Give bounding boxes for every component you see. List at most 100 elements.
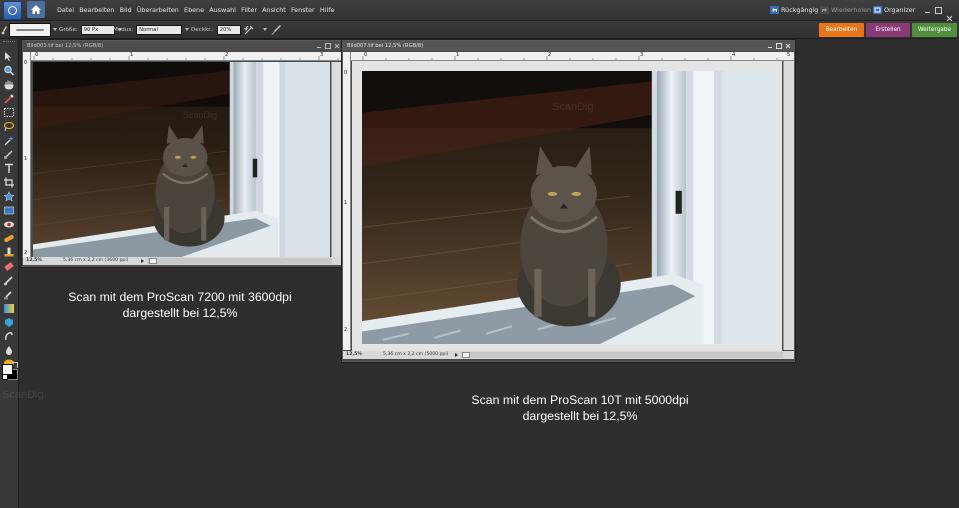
lasso-tool-icon[interactable] <box>3 117 15 132</box>
maximize-icon[interactable] <box>776 43 782 49</box>
hand-tool-icon[interactable] <box>3 75 15 90</box>
eraser-tool-icon[interactable] <box>3 257 15 271</box>
watermark-text: ScanDig <box>183 110 218 120</box>
document-window-left[interactable]: Bild003.tif bei 12,5% (RGB/8) 0 1 2 3 0 … <box>22 40 344 267</box>
document-window-right[interactable]: Bild007.tif bei 12,5% (RGB/8) 0 1 2 3 4 … <box>342 40 795 362</box>
document-title: Bild003.tif bei 12,5% (RGB/8) <box>27 43 104 49</box>
cookie-cutter-tool-icon[interactable] <box>3 187 15 202</box>
zoom-level[interactable]: 12,5% <box>26 257 42 265</box>
menu-item-ebene[interactable]: Ebene <box>184 6 204 14</box>
menu-item-bearbeiten[interactable]: Bearbeiten <box>79 6 114 14</box>
mode-label: Modus: <box>113 26 134 33</box>
tool-options-bar: Größe: 90 Px Modus: Normal Deckkr.: 20% <box>0 21 959 39</box>
minimize-icon[interactable] <box>767 43 773 49</box>
ruler-label: 0 <box>35 52 39 58</box>
tab-erstellen[interactable]: Erstellen <box>866 23 910 37</box>
undo-button[interactable]: Rückgängig <box>770 0 818 20</box>
tab-weitergabe[interactable]: Weitergabe <box>912 23 957 37</box>
gradient-tool-icon[interactable] <box>3 313 15 327</box>
maximize-icon[interactable] <box>935 6 942 14</box>
ruler-label: 2 <box>344 327 348 333</box>
close-icon[interactable] <box>946 7 953 21</box>
ruler-label: 1 <box>24 156 28 162</box>
paint-bucket-tool-icon[interactable] <box>3 299 15 313</box>
app-window-controls <box>920 0 953 21</box>
opacity-field[interactable]: 20% <box>216 24 241 35</box>
crop-tool-icon[interactable] <box>3 173 15 188</box>
selection-brush-tool-icon[interactable] <box>3 145 15 159</box>
menu-item-bild[interactable]: Bild <box>120 6 132 14</box>
magic-wand-tool-icon[interactable] <box>3 131 15 146</box>
type-tool-icon[interactable] <box>3 159 15 173</box>
close-icon[interactable] <box>785 43 791 49</box>
airbrush-dropdown-icon[interactable] <box>263 28 267 31</box>
close-icon[interactable] <box>334 43 340 49</box>
app-logo-icon[interactable] <box>3 1 22 20</box>
zoom-level[interactable]: 12,5% <box>346 351 362 359</box>
eyedropper-tool-icon[interactable] <box>3 89 15 104</box>
straighten-tool-icon[interactable] <box>3 201 15 215</box>
ruler-label: 1 <box>344 200 348 206</box>
marquee-tool-icon[interactable] <box>3 103 15 117</box>
menu-item-auswahl[interactable]: Auswahl <box>209 6 236 14</box>
clone-stamp-tool-icon[interactable] <box>3 243 15 257</box>
horizontal-scrollbar[interactable] <box>461 352 783 358</box>
size-field[interactable]: 90 Px <box>80 24 115 35</box>
status-menu-arrow-icon[interactable] <box>141 259 144 263</box>
horizontal-ruler: 0 1 2 3 4 5 <box>351 52 794 61</box>
scroll-thumb[interactable] <box>149 258 157 264</box>
move-tool-icon[interactable] <box>3 47 15 61</box>
airbrush-icon[interactable] <box>244 21 255 38</box>
shape-tool-icon[interactable] <box>3 327 15 341</box>
ruler-label: 2 <box>548 52 552 58</box>
zoom-tool-icon[interactable] <box>3 61 15 76</box>
menu-item-datei[interactable]: Datei <box>57 6 74 14</box>
horizontal-scrollbar[interactable] <box>147 258 332 264</box>
maximize-icon[interactable] <box>325 43 331 49</box>
menu-bar: Datei Bearbeiten Bild Überarbeiten Ebene… <box>0 0 959 21</box>
menu-item-fenster[interactable]: Fenster <box>291 6 315 14</box>
minimize-icon[interactable] <box>316 43 322 49</box>
ruler-label: 2 <box>24 250 28 256</box>
watermark-text: ScanDig <box>552 101 594 113</box>
home-icon[interactable] <box>27 1 45 18</box>
redo-button[interactable]: Wiederholen <box>820 0 871 20</box>
vertical-scrollbar[interactable] <box>783 61 794 350</box>
mode-select[interactable]: Normal <box>136 24 183 35</box>
caption-right: Scan mit dem ProScan 10T mit 5000dpi dar… <box>440 392 720 424</box>
spot-healing-tool-icon[interactable] <box>3 229 15 243</box>
brush-preset-picker[interactable] <box>9 23 51 37</box>
tab-bearbeiten[interactable]: Bearbeiten <box>819 23 864 37</box>
brush-tool-icon[interactable] <box>1 21 8 38</box>
document-status-bar: 12,5% 5,36 cm x 2,2 cm (5000 ppi) <box>343 351 794 359</box>
menu-item-hilfe[interactable]: Hilfe <box>320 6 335 14</box>
blur-tool-icon[interactable] <box>3 341 15 355</box>
toolbox-grip[interactable] <box>3 41 15 44</box>
menu-item-filter[interactable]: Filter <box>241 6 257 14</box>
ruler-label: 0 <box>364 52 368 58</box>
document-title-bar[interactable]: Bild003.tif bei 12,5% (RGB/8) <box>23 41 343 51</box>
scroll-thumb[interactable] <box>462 352 470 358</box>
document-info: 5,36 cm x 2,2 cm (5000 ppi) <box>383 352 449 357</box>
menu-item-ueberarbeiten[interactable]: Überarbeiten <box>137 6 179 14</box>
organizer-button[interactable]: Organizer <box>873 0 915 20</box>
brush-dropdown-icon[interactable] <box>53 28 57 31</box>
foreground-color-swatch[interactable] <box>2 364 13 375</box>
smart-brush-tool-icon[interactable] <box>3 285 15 300</box>
document-status-bar: 12,5% 5,36 cm x 2,2 cm (3600 ppi) <box>23 257 343 265</box>
vertical-scrollbar[interactable] <box>331 62 342 257</box>
organizer-icon <box>873 6 882 14</box>
tablet-options-icon[interactable] <box>270 21 282 38</box>
red-eye-tool-icon[interactable] <box>3 215 15 228</box>
minimize-icon[interactable] <box>924 7 931 14</box>
mode-dropdown-icon[interactable] <box>185 28 190 31</box>
document-title-bar[interactable]: Bild007.tif bei 12,5% (RGB/8) <box>343 41 794 51</box>
undo-label: Rückgängig <box>781 6 819 14</box>
brush-tool-icon-2[interactable] <box>3 271 15 286</box>
caption-left: Scan mit dem ProScan 7200 mit 3600dpi da… <box>40 289 320 321</box>
status-menu-arrow-icon[interactable] <box>455 353 458 357</box>
horizontal-ruler: 0 1 2 3 <box>31 52 343 61</box>
menu-item-ansicht[interactable]: Ansicht <box>262 6 286 14</box>
document-canvas[interactable]: ScanDig <box>352 61 782 351</box>
document-canvas[interactable]: ScanDig <box>33 62 330 257</box>
